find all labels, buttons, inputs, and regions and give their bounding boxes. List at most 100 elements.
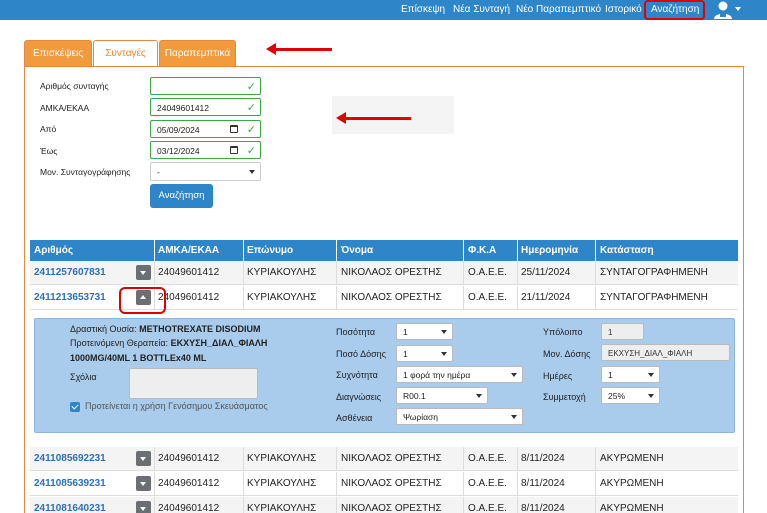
cell-date: 8/11/2024: [521, 478, 565, 489]
col-number[interactable]: Αριθμός: [34, 245, 73, 256]
therapy-line-2: 1000MG/40ML 1 BOTTLEx40 ML: [70, 353, 207, 363]
frequency-select[interactable]: 1 φορά την ημέρα: [396, 366, 523, 383]
days-select[interactable]: 1: [601, 366, 660, 383]
prescription-number-link[interactable]: 2411257607831: [34, 267, 106, 278]
prescription-number-link[interactable]: 2411085639231: [34, 478, 106, 489]
diagnosis-select[interactable]: R00.1: [396, 387, 488, 404]
cell-name: ΝΙΚΟΛΑΟΣ ΟΡΕΣΤΗΣ: [341, 478, 442, 489]
copay-label: Συμμετοχή: [543, 392, 586, 402]
cell-date: 8/11/2024: [521, 503, 565, 513]
cell-status: ΣΥΝΤΑΓΟΓΡΑΦΗΜΕΝΗ: [600, 292, 708, 303]
cell-fka: Ο.Α.Ε.Ε.: [468, 453, 507, 464]
generic-checkbox[interactable]: [70, 402, 80, 412]
cell-amka: 24049601412: [158, 292, 220, 303]
checkmark-icon: ✓: [246, 102, 256, 114]
table-row[interactable]: 2411081640231 24049601412 ΚΥΡΙΑΚΟΥΛΗΣ ΝΙ…: [30, 497, 738, 513]
comments-label: Σχόλια: [70, 372, 97, 382]
calendar-icon[interactable]: [230, 125, 238, 133]
table-row[interactable]: 2411085692231 24049601412 ΚΥΡΙΑΚΟΥΛΗΣ ΝΙ…: [30, 447, 738, 471]
label-amka: ΑΜΚΑ/ΕΚΑΑ: [40, 103, 90, 113]
chevron-down-icon: [140, 507, 146, 511]
tab-referrals[interactable]: Παραπεμπτικά: [159, 40, 236, 66]
disease-select[interactable]: Ψωρίαση: [396, 408, 523, 425]
cell-status: ΣΥΝΤΑΓΟΓΡΑΦΗΜΕΝΗ: [600, 267, 708, 278]
chevron-down-icon: [140, 457, 146, 461]
cell-surname: ΚΥΡΙΑΚΟΥΛΗΣ: [247, 292, 317, 303]
prescription-number-link[interactable]: 2411085692231: [34, 453, 106, 464]
search-button[interactable]: Αναζήτηση: [150, 184, 213, 208]
quantity-select[interactable]: 1: [396, 323, 453, 340]
amka-input[interactable]: 24049601412 ✓: [150, 98, 261, 116]
cell-name: ΝΙΚΟΛΑΟΣ ΟΡΕΣΤΗΣ: [341, 503, 442, 513]
expand-toggle-button[interactable]: [136, 265, 151, 280]
chevron-down-icon[interactable]: [735, 7, 741, 11]
cell-fka: Ο.Α.Ε.Ε.: [468, 478, 507, 489]
nav-new-referral[interactable]: Νέο Παραπεμπτικό: [516, 4, 601, 15]
table-row[interactable]: 2411257607831 24049601412 ΚΥΡΙΑΚΟΥΛΗΣ ΝΙ…: [30, 261, 738, 285]
table-row[interactable]: 2411085639231 24049601412 ΚΥΡΙΑΚΟΥΛΗΣ ΝΙ…: [30, 472, 738, 496]
cell-amka: 24049601412: [158, 503, 220, 513]
days-label: Ημέρες: [543, 371, 573, 381]
cell-surname: ΚΥΡΙΑΚΟΥΛΗΣ: [247, 453, 317, 464]
generic-label: Προτείνεται η χρήση Γενόσημου Σκευάσματο…: [85, 401, 268, 411]
disease-label: Ασθένεια: [336, 413, 373, 423]
prescription-number-input[interactable]: ✓: [150, 77, 261, 95]
annotation-arrow: [336, 112, 411, 124]
label-mono: Μον. Συνταγογράφησης: [40, 167, 131, 177]
label-to: Έως: [40, 146, 58, 156]
to-date-input[interactable]: 03/12/2024 ✓: [150, 141, 261, 159]
expand-toggle-button[interactable]: [136, 451, 151, 466]
active-substance-line: Δραστική Ουσία: METHOTREXATE DISODIUM: [70, 324, 261, 334]
checkmark-icon: ✓: [246, 124, 256, 136]
mono-select[interactable]: -: [150, 162, 261, 181]
col-name[interactable]: Όνομα: [341, 245, 373, 256]
top-navbar: Επίσκεψη Νέα Συνταγή Νέο Παραπεμπτικό Ισ…: [0, 0, 767, 20]
chevron-down-icon: [249, 170, 255, 174]
annotation-highlight-box: [644, 0, 705, 20]
chevron-down-icon: [140, 482, 146, 486]
tab-visits[interactable]: Επισκέψεις: [24, 40, 92, 66]
col-surname[interactable]: Επώνυμο: [247, 245, 293, 256]
col-fka[interactable]: Φ.Κ.Α: [468, 245, 496, 256]
dose-unit-label: Μον. Δόσης: [543, 349, 591, 359]
cell-date: 25/11/2024: [521, 267, 571, 278]
copay-select[interactable]: 25%: [601, 387, 660, 404]
cell-surname: ΚΥΡΙΑΚΟΥΛΗΣ: [247, 267, 317, 278]
nav-new-prescription[interactable]: Νέα Συνταγή: [453, 4, 510, 15]
dose-select[interactable]: 1: [396, 345, 453, 362]
dose-label: Ποσό Δόσης: [336, 349, 386, 359]
prescription-number-link[interactable]: 2411081640231: [34, 503, 106, 513]
amka-value: 24049601412: [157, 103, 210, 113]
expand-toggle-button[interactable]: [136, 476, 151, 491]
remaining-field: 1: [601, 323, 644, 340]
cell-date: 8/11/2024: [521, 453, 565, 464]
cell-amka: 24049601412: [158, 453, 220, 464]
diagnosis-label: Διαγνώσεις: [336, 392, 382, 402]
col-amka[interactable]: ΑΜΚΑ/ΕΚΑΑ: [158, 245, 219, 256]
therapy-line: Προτεινόμενη Θεραπεία: ΕΚΧΥΣΗ_ΔΙΑΛ_ΦΙΑΛΗ: [70, 338, 268, 348]
from-date-input[interactable]: 05/09/2024 ✓: [150, 120, 261, 138]
to-date-value: 03/12/2024: [157, 146, 200, 156]
calendar-icon[interactable]: [230, 146, 238, 154]
comments-textarea[interactable]: [129, 368, 258, 399]
mono-value: -: [157, 167, 160, 177]
from-date-value: 05/09/2024: [157, 125, 200, 135]
nav-history[interactable]: Ιστορικό: [605, 4, 642, 15]
cell-surname: ΚΥΡΙΑΚΟΥΛΗΣ: [247, 478, 317, 489]
checkmark-icon: ✓: [246, 81, 256, 93]
cell-fka: Ο.Α.Ε.Ε.: [468, 503, 507, 513]
cell-name: ΝΙΚΟΛΑΟΣ ΟΡΕΣΤΗΣ: [341, 267, 442, 278]
expand-toggle-button[interactable]: [136, 501, 151, 513]
prescription-number-link[interactable]: 2411213653731: [34, 292, 106, 303]
col-date[interactable]: Ημερομηνία: [521, 245, 578, 256]
annotation-highlight-box: [119, 287, 166, 314]
chevron-down-icon: [140, 271, 146, 275]
cell-status: ΑΚΥΡΩΜΕΝΗ: [600, 503, 664, 513]
col-status[interactable]: Κατάσταση: [600, 245, 654, 256]
checkmark-icon: ✓: [246, 145, 256, 157]
nav-visit[interactable]: Επίσκεψη: [401, 4, 445, 15]
label-prescription-number: Αριθμός συνταγής: [40, 81, 109, 91]
user-avatar-icon[interactable]: [713, 1, 733, 19]
tab-prescriptions[interactable]: Συνταγές: [93, 40, 158, 66]
cell-amka: 24049601412: [158, 267, 220, 278]
